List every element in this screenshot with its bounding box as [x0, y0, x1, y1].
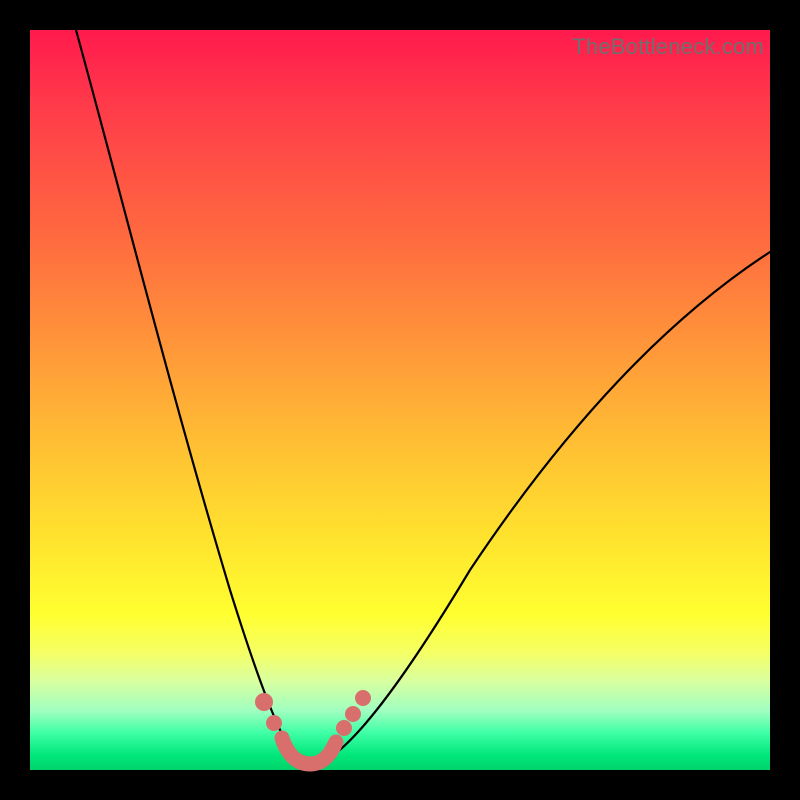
highlight-dot [355, 690, 371, 706]
chart-frame: TheBottleneck.com [0, 0, 800, 800]
curve-right-branch [292, 252, 770, 763]
plot-area: TheBottleneck.com [30, 30, 770, 770]
curve-left-branch [76, 30, 292, 753]
highlight-dot [345, 706, 361, 722]
highlight-trough [282, 738, 336, 764]
curve-layer [30, 30, 770, 770]
highlight-dot [336, 720, 352, 736]
highlight-dot [255, 693, 273, 711]
highlight-dot [266, 715, 282, 731]
